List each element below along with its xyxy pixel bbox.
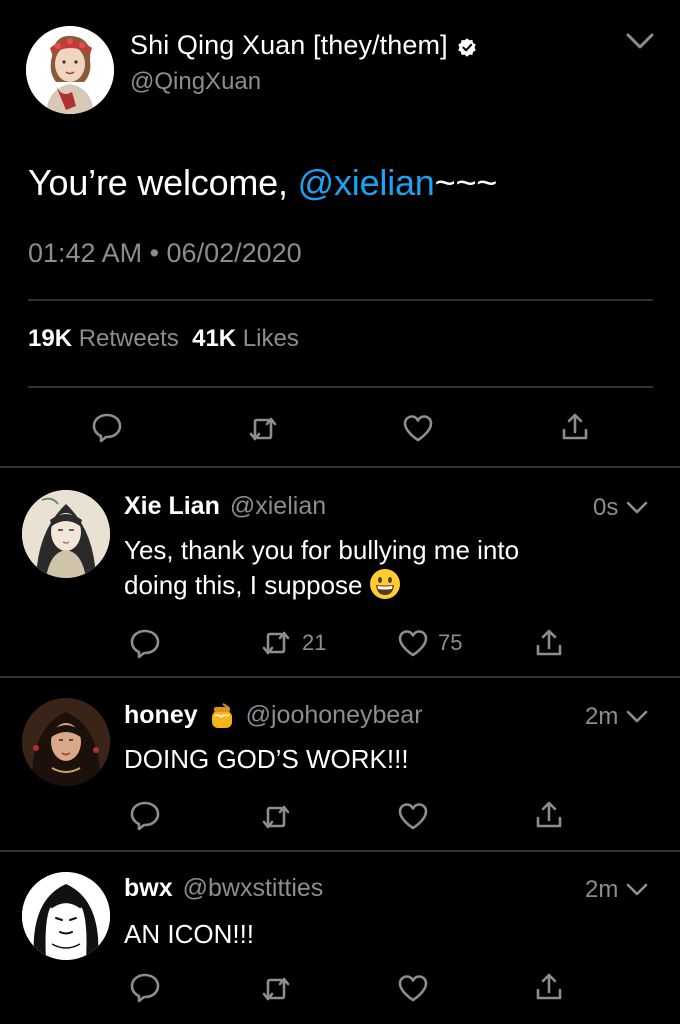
main-avatar[interactable] <box>26 26 114 114</box>
chevron-down-icon[interactable] <box>622 28 658 54</box>
like-icon[interactable] <box>396 626 430 660</box>
avatar-illustration <box>22 698 110 786</box>
honey-pot-emoji <box>208 702 236 730</box>
reply-display-name: Xie Lian <box>124 492 220 520</box>
reply-icon[interactable] <box>128 970 162 1004</box>
divider <box>0 850 680 852</box>
reply-text-line: doing this, I suppose <box>124 570 363 600</box>
share-icon[interactable] <box>532 798 566 832</box>
tweet-text-suffix: ~~~ <box>434 162 498 203</box>
retweet-count: 21 <box>302 630 327 655</box>
handle[interactable]: @QingXuan <box>130 68 261 96</box>
reply-display-name: honey <box>124 701 198 729</box>
likes-stat[interactable]: 41K Likes <box>192 325 299 352</box>
divider <box>28 386 653 388</box>
reply-text: AN ICON!!! <box>124 919 255 949</box>
reply-time: 2m <box>585 703 650 731</box>
reply-display-name: bwx <box>124 874 173 902</box>
retweets-stat[interactable]: 19K Retweets <box>28 325 179 352</box>
avatar-illustration <box>22 872 110 960</box>
like-count: 75 <box>438 630 463 655</box>
chevron-down-icon[interactable] <box>624 708 650 726</box>
reply-text: DOING GOD’S WORK!!! <box>124 744 409 774</box>
retweet-icon[interactable] <box>259 626 293 660</box>
reply-time: 0s <box>593 494 650 522</box>
reply-time: 2m <box>585 876 650 904</box>
reply-icon[interactable] <box>90 410 124 444</box>
divider <box>0 466 680 468</box>
chevron-down-icon[interactable] <box>624 881 650 899</box>
reply-time-text: 2m <box>585 876 619 903</box>
verified-icon <box>456 35 478 57</box>
reply-author[interactable]: honey @joohoneybear <box>124 701 423 730</box>
retweet-icon[interactable] <box>259 972 293 1006</box>
avatar-illustration <box>26 26 114 114</box>
tweet-stats: 19K Retweets 41K Likes <box>28 325 299 353</box>
reply-handle: @joohoneybear <box>245 701 423 729</box>
reply-icon[interactable] <box>128 626 162 660</box>
avatar[interactable] <box>22 490 110 578</box>
retweet-icon[interactable] <box>246 412 280 446</box>
divider <box>28 299 653 301</box>
retweets-label: Retweets <box>78 325 179 352</box>
avatar-illustration <box>22 490 110 578</box>
likes-label: Likes <box>242 325 299 352</box>
mention-link[interactable]: @xielian <box>298 162 435 203</box>
retweet-icon[interactable] <box>259 800 293 834</box>
chevron-down-icon[interactable] <box>624 499 650 517</box>
retweets-count: 19K <box>28 325 73 352</box>
like-icon[interactable] <box>396 971 430 1005</box>
reply-handle: @bwxstitties <box>182 874 324 902</box>
reply-author[interactable]: Xie Lian @xielian <box>124 492 326 521</box>
share-icon[interactable] <box>558 410 592 444</box>
share-icon[interactable] <box>532 970 566 1004</box>
display-name[interactable]: Shi Qing Xuan [they/them] <box>130 30 478 61</box>
tweet-text: You’re welcome, @xielian~~~ <box>28 162 497 204</box>
divider <box>0 676 680 678</box>
reply-text-line: Yes, thank you for bullying me into <box>124 535 520 565</box>
likes-count: 41K <box>192 325 237 352</box>
tweet-timestamp: 01:42 AM • 06/02/2020 <box>28 238 302 268</box>
grinning-emoji <box>369 568 401 600</box>
avatar[interactable] <box>22 872 110 960</box>
reply-time-text: 2m <box>585 703 619 730</box>
reply-text-line-2: doing this, I suppose <box>124 568 519 603</box>
share-icon[interactable] <box>532 626 566 660</box>
like-icon[interactable] <box>401 411 435 445</box>
reply-time-text: 0s <box>593 494 619 521</box>
main-tweet: Shi Qing Xuan [they/them] @QingXuan You’… <box>0 0 680 468</box>
reply-icon[interactable] <box>128 798 162 832</box>
tweet-text-prefix: You’re welcome, <box>28 162 298 203</box>
like-icon[interactable] <box>396 799 430 833</box>
display-name-text: Shi Qing Xuan [they/them] <box>130 30 448 60</box>
reply-text: Yes, thank you for bullying me into doin… <box>124 533 519 603</box>
reply-author[interactable]: bwx @bwxstitties <box>124 874 323 903</box>
reply-handle: @xielian <box>229 492 327 520</box>
avatar[interactable] <box>22 698 110 786</box>
